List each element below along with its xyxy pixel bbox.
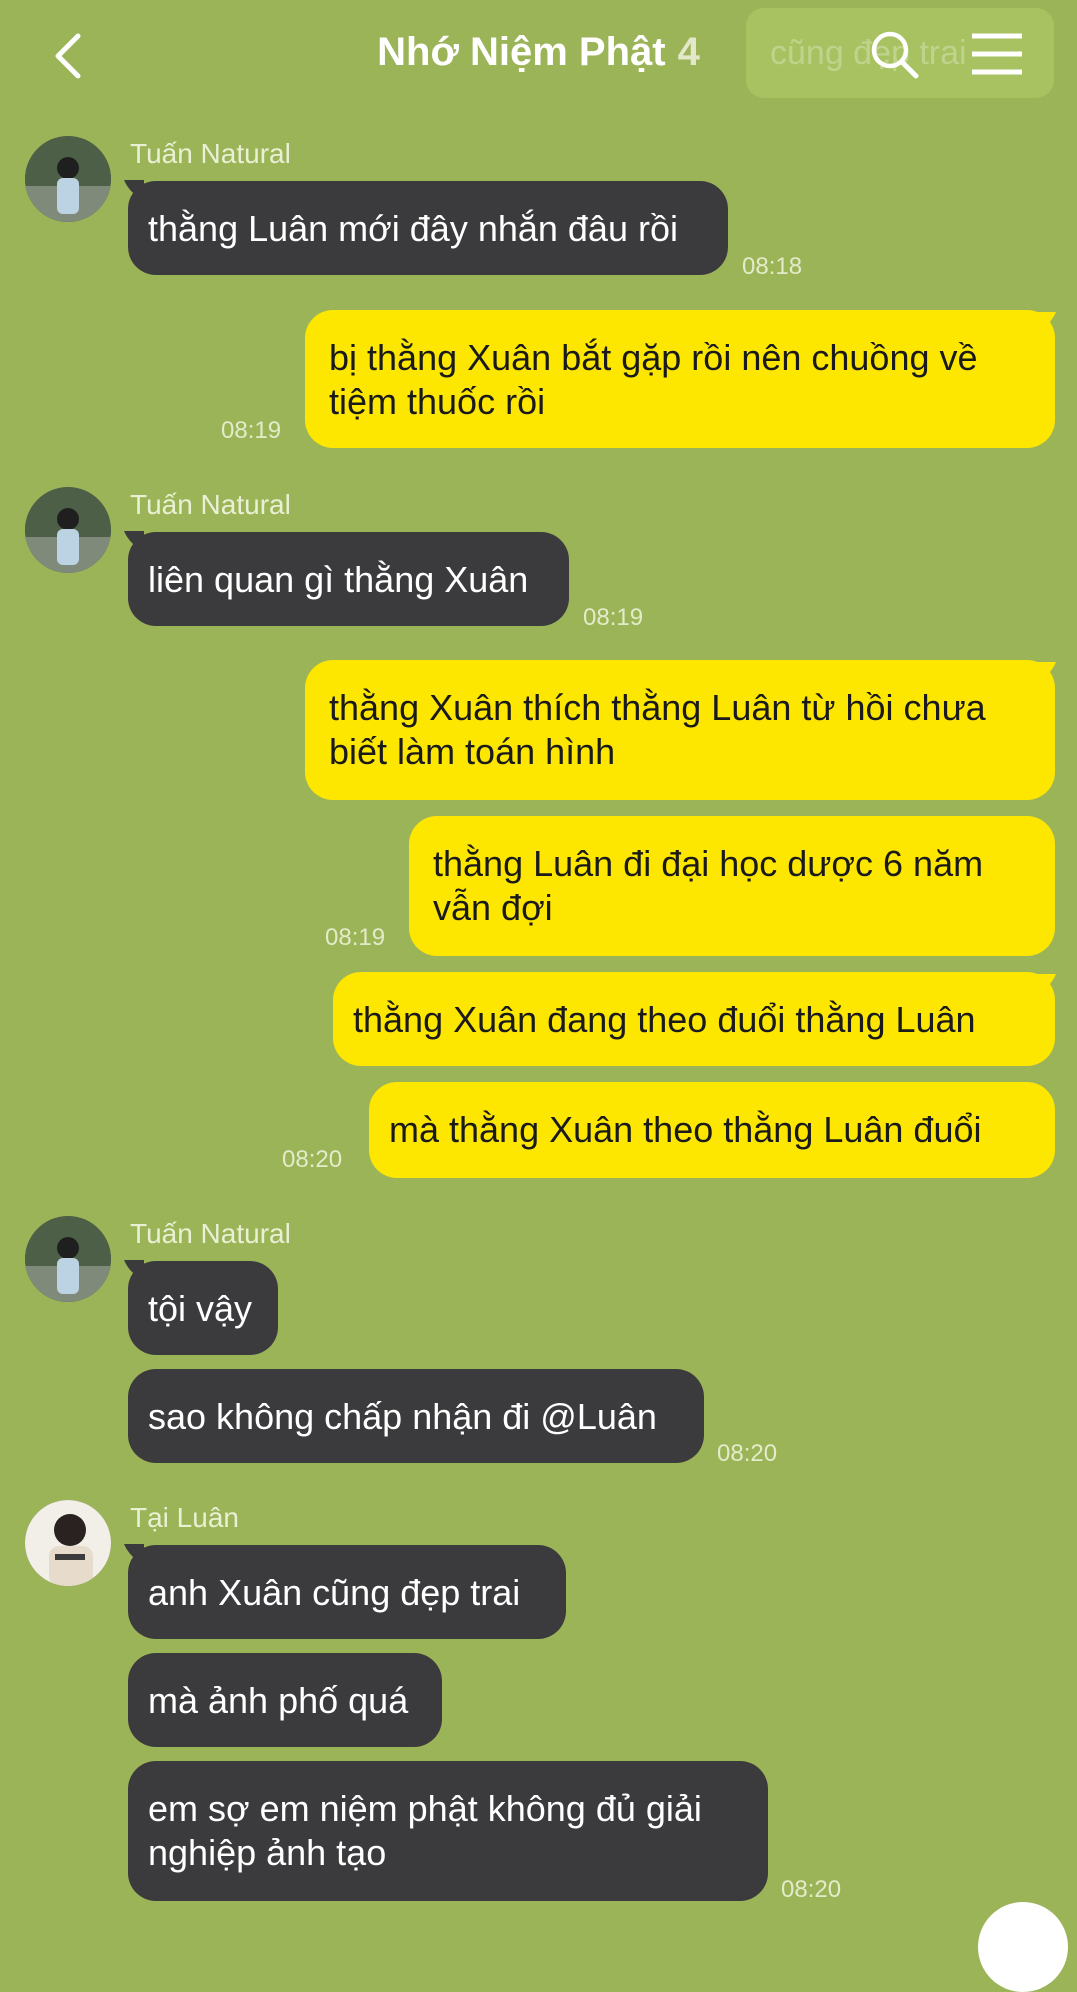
scroll-down-button[interactable] [978,1902,1068,1992]
avatar[interactable] [25,1216,111,1302]
message-line: thằng Xuân thích thằng Luân từ hồi chưa [329,687,986,728]
avatar[interactable] [25,136,111,222]
group-name: Nhớ Niệm Phật [377,30,666,74]
sender-name: Tuấn Natural [130,1218,291,1249]
message-bubble-outgoing[interactable]: bị thằng Xuân bắt gặp rồi nên chuồng về … [305,310,1055,448]
message-bubble-incoming[interactable]: anh Xuân cũng đẹp trai [128,1545,566,1639]
message-bubble-incoming[interactable]: thằng Luân mới đây nhắn đâu rồi [128,181,728,275]
message-bubble-incoming[interactable]: tội vậy [128,1261,278,1355]
message-bubble-incoming[interactable]: mà ảnh phố quá [128,1653,442,1747]
message-bubble-outgoing[interactable]: thằng Luân đi đại học dược 6 năm vẫn đợi [409,816,1055,956]
message-bubble-outgoing[interactable]: thằng Xuân thích thằng Luân từ hồi chưa … [305,660,1055,800]
sender-name: Tuấn Natural [130,138,291,169]
message-line: nghiệp ảnh tạo [148,1832,387,1873]
message-bubble-incoming[interactable]: em sợ em niệm phật không đủ giải nghiệp … [128,1761,768,1901]
message-bubble-incoming[interactable]: liên quan gì thằng Xuân [128,532,569,626]
avatar-photo [25,136,111,222]
avatar-photo [25,1216,111,1302]
message-time: 08:18 [742,253,803,280]
message-time: 08:20 [717,1440,778,1467]
message-time: 08:20 [781,1876,842,1903]
message-bubble-incoming[interactable]: sao không chấp nhận đi @Luân [128,1369,704,1463]
message-time: 08:19 [221,417,282,444]
message-line: em sợ em niệm phật không đủ giải [148,1788,702,1829]
message-line: vẫn đợi [433,887,553,928]
message-line: bị thằng Xuân bắt gặp rồi nên chuồng về [329,337,978,378]
message-line: biết làm toán hình [329,731,616,772]
sender-name: Tuấn Natural [130,489,291,520]
message-time: 08:19 [325,924,386,951]
message-bubble-outgoing[interactable]: mà thằng Xuân theo thằng Luân đuổi [369,1082,1055,1178]
avatar-photo [25,487,111,573]
avatar-photo [25,1500,111,1586]
search-icon[interactable] [868,28,920,80]
sender-name: Tại Luân [130,1502,239,1533]
avatar[interactable] [25,1500,111,1586]
message-line: thằng Luân đi đại học dược 6 năm [433,843,984,884]
message-time: 08:20 [282,1146,343,1173]
menu-icon[interactable] [970,28,1024,80]
member-count: 4 [677,30,700,74]
message-bubble-outgoing[interactable]: thằng Xuân đang theo đuổi thằng Luân [333,972,1055,1066]
avatar[interactable] [25,487,111,573]
message-line: tiệm thuốc rồi [329,381,546,422]
message-time: 08:19 [583,604,644,631]
chat-header: Nhớ Niệm Phật 4 cũng đẹp trai [0,0,1077,110]
